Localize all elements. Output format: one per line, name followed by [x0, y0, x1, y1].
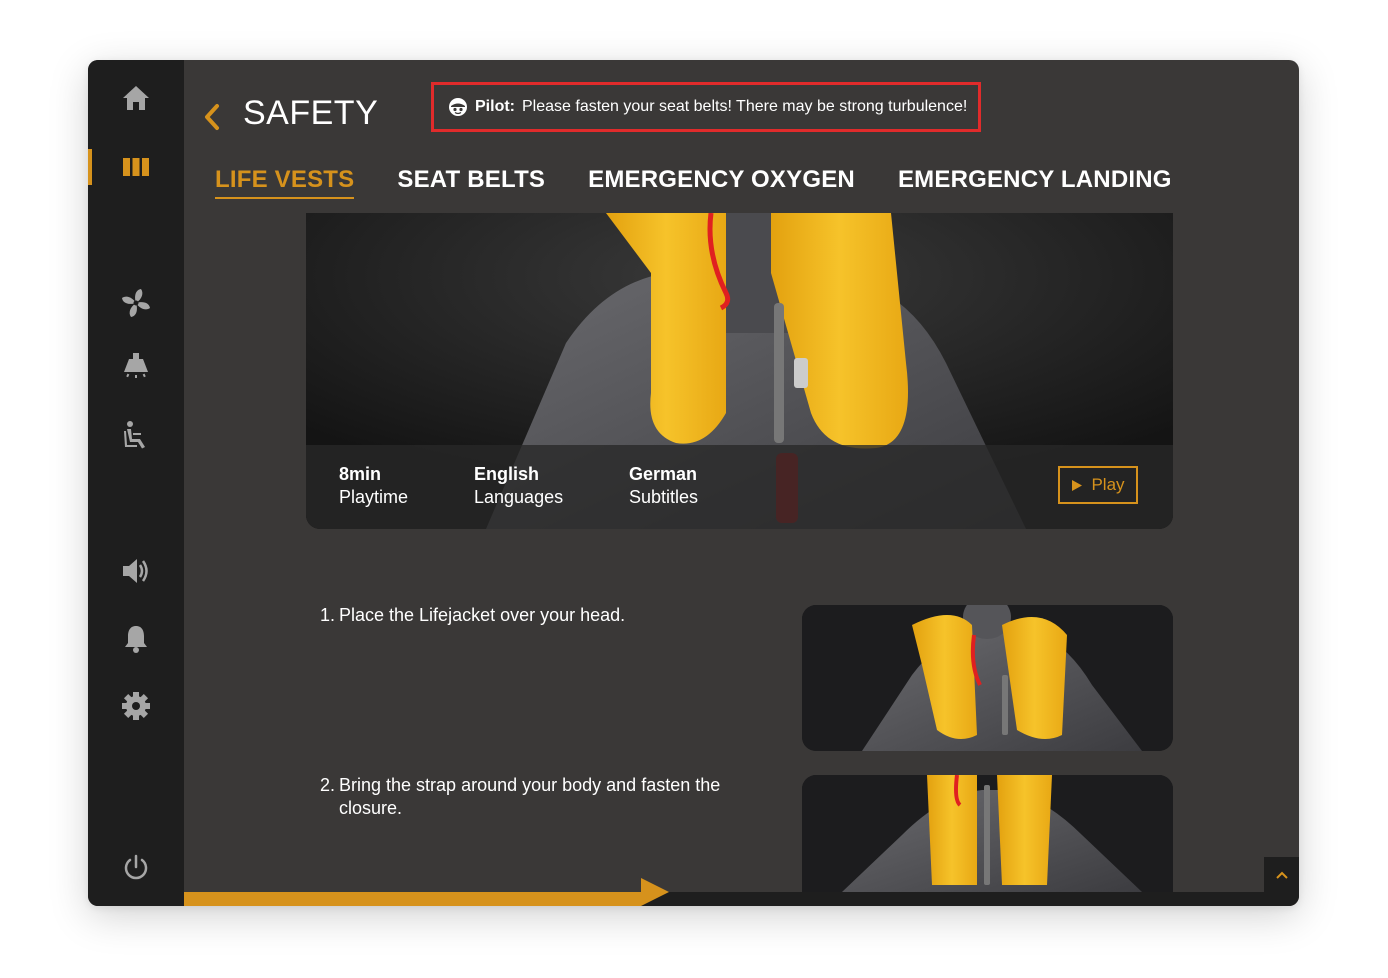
playtime-info: 8min Playtime — [339, 463, 408, 509]
video-card[interactable]: 8min Playtime English Languages German S… — [306, 213, 1173, 529]
step-1-illustration — [802, 605, 1173, 751]
languages-value: English — [474, 464, 540, 484]
sidebar-item-notifications[interactable] — [88, 617, 184, 661]
power-icon — [124, 854, 148, 880]
sidebar-item-home[interactable] — [88, 76, 184, 120]
step-text: Place the Lifejacket over your head. — [339, 605, 626, 625]
gear-icon — [122, 692, 150, 720]
play-icon — [1072, 479, 1083, 491]
playtime-label: Playtime — [339, 487, 409, 507]
pilot-announcement: Pilot: Please fasten your seat belts! Th… — [431, 82, 981, 132]
subtitles-label: Subtitles — [629, 487, 699, 507]
subtitles-info: German Subtitles — [629, 463, 698, 509]
tab-life-vests[interactable]: LIFE VESTS — [215, 166, 355, 199]
pilot-icon — [449, 98, 467, 116]
chevron-left-icon[interactable] — [202, 102, 222, 132]
main-content: SAFETY Pilot: Please fasten your seat be… — [184, 60, 1299, 906]
step-2-image — [802, 775, 1173, 892]
sidebar-item-reading-light[interactable] — [88, 345, 184, 389]
volume-icon — [123, 559, 148, 583]
sidebar-item-volume[interactable] — [88, 549, 184, 593]
fan-icon — [122, 289, 150, 317]
reading-light-icon — [124, 353, 148, 378]
step-text: Bring the strap around your body and fas… — [339, 775, 721, 818]
scroll-to-top-button[interactable] — [1264, 857, 1299, 893]
subtitles-value: German — [629, 464, 698, 484]
video-info-bar: 8min Playtime English Languages German S… — [306, 445, 1173, 529]
chevron-up-icon — [1275, 871, 1288, 879]
sidebar-item-power[interactable] — [88, 846, 184, 890]
progress-track — [184, 878, 1299, 906]
play-label: Play — [1091, 475, 1125, 494]
pilot-message-text: Please fasten your seat belts! There may… — [522, 98, 968, 115]
step-number: 2. — [320, 775, 336, 795]
tab-emergency-oxygen[interactable]: EMERGENCY OXYGEN — [588, 166, 855, 199]
page-title: SAFETY — [243, 94, 379, 132]
languages-info: English Languages — [474, 463, 563, 509]
sidebar-item-library[interactable] — [88, 145, 184, 189]
progress-fill — [184, 878, 669, 906]
home-icon — [123, 86, 149, 110]
step-2: 2. Bring the strap around your body and … — [320, 774, 740, 820]
tab-bar: LIFE VESTS SEAT BELTS EMERGENCY OXYGEN E… — [215, 166, 1172, 199]
library-icon — [123, 158, 149, 176]
app-window: SAFETY Pilot: Please fasten your seat be… — [88, 60, 1299, 906]
step-2-illustration — [802, 775, 1173, 892]
play-button[interactable]: Play — [1058, 466, 1138, 504]
tab-seat-belts[interactable]: SEAT BELTS — [397, 166, 545, 199]
progress-tip — [641, 878, 669, 906]
pilot-speaker: Pilot: — [475, 98, 515, 115]
languages-label: Languages — [474, 487, 564, 507]
bell-icon — [125, 626, 147, 653]
sidebar-item-settings[interactable] — [88, 684, 184, 728]
seat-recline-icon — [124, 421, 145, 449]
sidebar — [88, 60, 184, 906]
sidebar-item-fan[interactable] — [88, 281, 184, 325]
step-1-image — [802, 605, 1173, 751]
tab-emergency-landing[interactable]: EMERGENCY LANDING — [898, 166, 1172, 199]
playtime-value: 8min — [339, 464, 382, 484]
step-number: 1. — [320, 605, 336, 625]
step-1: 1. Place the Lifejacket over your head. — [320, 604, 740, 627]
sidebar-item-seat[interactable] — [88, 413, 184, 457]
